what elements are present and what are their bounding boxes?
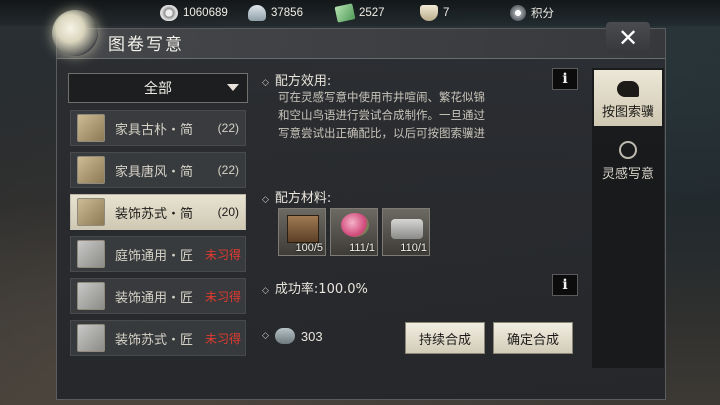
scroll-icon (77, 240, 105, 268)
currency-value: 1060689 (183, 7, 228, 19)
success-rate: ◇ 成功率:100.0% (262, 278, 368, 297)
moon-emblem-icon (52, 10, 98, 56)
currency-banknote: 2527 (334, 3, 385, 23)
item-count: (20) (217, 205, 239, 219)
tab-inspiration[interactable]: 灵感写意 (594, 132, 662, 188)
material-quantity: 110/1 (400, 242, 427, 254)
diamond-bullet-icon: ◇ (262, 286, 269, 296)
tab-recipe-lookup[interactable]: 按图索骥 (594, 70, 662, 126)
material-slot[interactable]: 110/1 (382, 208, 430, 256)
effect-heading: ◇ 配方效用: (262, 70, 331, 89)
ingot-icon (248, 5, 266, 21)
tab-label: 按图索骥 (601, 105, 654, 120)
category-dropdown[interactable]: 全部 (68, 73, 248, 103)
list-item[interactable]: 家具唐风・简 (22) (70, 152, 246, 188)
flower-vase-icon (341, 213, 369, 237)
horse-icon (617, 81, 639, 97)
material-quantity: 111/1 (349, 242, 375, 254)
list-item[interactable]: 装饰苏式・匠 未习得 (70, 320, 246, 356)
list-item[interactable]: 家具古朴・简 (22) (70, 110, 246, 146)
success-rate-text: 成功率:100.0% (274, 282, 368, 297)
item-name: 装饰通用・匠 (115, 290, 194, 306)
materials-title: 配方材料: (274, 191, 332, 206)
list-item[interactable]: 装饰通用・匠 未习得 (70, 278, 246, 314)
close-button[interactable]: ✕ (606, 22, 650, 54)
item-name: 装饰苏式・简 (115, 206, 194, 222)
currency-value: 7 (443, 7, 450, 19)
item-name: 庭饰通用・匠 (115, 248, 194, 264)
stone-ornament-icon (391, 219, 423, 239)
swirl-icon (619, 141, 637, 159)
scroll-icon (77, 198, 105, 226)
diamond-bullet-icon: ◇ (262, 331, 269, 341)
scroll-icon (77, 156, 105, 184)
effect-line: 写意尝试出正确配比，以后可按图索骥进 (278, 126, 485, 140)
currency-bowl: 7 (420, 4, 449, 22)
film-reel-icon (160, 5, 178, 21)
locked-label: 未习得 (204, 247, 241, 262)
currency-points[interactable]: 积分 (510, 4, 554, 22)
dropdown-value: 全部 (144, 81, 172, 97)
side-tab-bar: 按图索骥 灵感写意 (592, 68, 664, 368)
cost-value: 303 (300, 328, 323, 344)
panel-title: 图卷写意 (108, 35, 184, 55)
scroll-icon (77, 324, 105, 352)
material-quantity: 100/5 (295, 242, 323, 254)
bowl-icon (420, 5, 438, 21)
banknote-icon (334, 3, 356, 23)
cost-row: ◇ 303 (262, 328, 323, 344)
material-slot[interactable]: 111/1 (330, 208, 378, 256)
button-label: 持续合成 (418, 332, 471, 348)
chevron-down-icon (227, 84, 239, 91)
item-name: 家具古朴・简 (115, 122, 194, 138)
continue-craft-button[interactable]: 持续合成 (405, 322, 485, 354)
effect-line: 和空山鸟语进行尝试合成制作。一旦通过 (278, 108, 485, 122)
item-count: (22) (217, 163, 239, 177)
diamond-bullet-icon: ◇ (262, 195, 269, 205)
list-item-selected[interactable]: 装饰苏式・简 (20) (70, 194, 246, 230)
badge-icon (510, 5, 526, 21)
list-item[interactable]: 庭饰通用・匠 未习得 (70, 236, 246, 272)
effect-line: 可在灵感写意中使用市井喧闹、繁花似锦 (278, 90, 485, 104)
materials-heading: ◇ 配方材料: (262, 187, 331, 206)
scroll-icon (77, 114, 105, 142)
item-count: (22) (217, 121, 239, 135)
currency-film: 1060689 (160, 4, 228, 22)
stone-icon (274, 328, 295, 344)
tab-label: 灵感写意 (601, 167, 654, 182)
confirm-craft-button[interactable]: 确定合成 (493, 322, 573, 354)
currency-value: 37856 (271, 7, 303, 19)
scroll-icon (77, 282, 105, 310)
currency-value: 积分 (531, 8, 554, 20)
item-name: 家具唐风・简 (115, 164, 194, 180)
effect-info-button[interactable]: i (552, 68, 578, 90)
item-name: 装饰苏式・匠 (115, 332, 194, 348)
button-label: 确定合成 (506, 332, 559, 348)
currency-value: 2527 (359, 7, 385, 19)
effect-title: 配方效用: (274, 74, 332, 89)
effect-description: 可在灵感写意中使用市井喧闹、繁花似锦 和空山鸟语进行尝试合成制作。一旦通过 写意… (278, 88, 548, 142)
locked-label: 未习得 (204, 289, 241, 304)
cabinet-icon (287, 215, 319, 243)
locked-label: 未习得 (204, 331, 241, 346)
currency-ingot: 37856 (248, 4, 303, 22)
success-info-button[interactable]: i (552, 274, 578, 296)
diamond-bullet-icon: ◇ (262, 78, 269, 88)
material-slot[interactable]: 100/5 (278, 208, 326, 256)
